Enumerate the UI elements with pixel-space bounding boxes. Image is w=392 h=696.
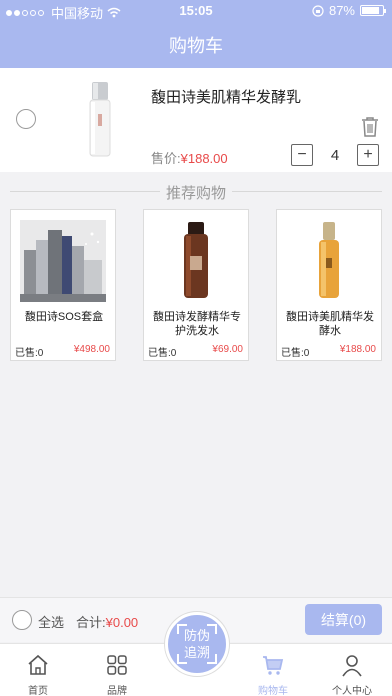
cart-icon — [263, 656, 284, 675]
tab-profile[interactable]: 个人中心 — [322, 644, 382, 696]
scan-frame-icon — [207, 654, 217, 664]
tab-label: 个人中心 — [332, 686, 372, 696]
product-price: ¥498.00 — [73, 344, 110, 355]
select-all-checkbox[interactable] — [12, 610, 32, 630]
home-icon — [28, 654, 48, 675]
anti-counterfeit-trace-button[interactable]: 防伪 追溯 — [165, 612, 229, 676]
product-sold: 已售:0 — [281, 348, 310, 359]
grid-icon — [107, 655, 127, 675]
orientation-lock-icon — [312, 4, 324, 17]
tab-label: 购物车 — [258, 686, 288, 696]
tab-cart[interactable]: 购物车 — [243, 644, 303, 696]
scan-frame-icon — [207, 624, 217, 634]
total-display: 合计:¥0.00 — [76, 612, 138, 631]
increment-button[interactable]: + — [357, 144, 379, 166]
product-price: ¥69.00 — [212, 344, 243, 355]
quantity-value[interactable]: 4 — [313, 147, 357, 164]
cart-item-price: 售价:¥188.00 — [151, 148, 228, 167]
trash-icon[interactable] — [360, 116, 380, 138]
total-value: ¥0.00 — [105, 615, 139, 630]
person-icon — [342, 655, 362, 677]
tab-brand[interactable]: 品牌 — [87, 644, 147, 696]
tab-home[interactable]: 首页 — [8, 644, 68, 696]
product-image — [184, 222, 208, 298]
quantity-stepper: − 4 + — [291, 144, 379, 166]
product-sold: 已售:0 — [15, 348, 44, 359]
battery-icon — [360, 5, 386, 16]
scan-frame-icon — [177, 654, 187, 664]
product-image — [20, 220, 106, 302]
cart-item: 馥田诗美肌精华发酵乳 售价:¥188.00 − 4 + — [0, 68, 392, 172]
price-label: 售价: — [151, 151, 181, 166]
total-label: 合计: — [76, 615, 106, 630]
product-image — [89, 82, 111, 157]
cart-item-name[interactable]: 馥田诗美肌精华发酵乳 — [151, 86, 301, 107]
status-bar: 中国移动 15:05 87% — [0, 0, 392, 22]
product-name: 馥田诗美肌精华发酵水 — [286, 311, 374, 337]
product-card[interactable]: 馥田诗发酵精华专护洗发水 已售:0 ¥69.00 — [143, 209, 249, 361]
product-card[interactable]: 馥田诗SOS套盒 已售:0 ¥498.00 — [10, 209, 116, 361]
tab-label: 首页 — [28, 686, 48, 696]
product-name: 馥田诗发酵精华专护洗发水 — [153, 311, 241, 337]
decrement-button[interactable]: − — [291, 144, 313, 166]
product-card[interactable]: 馥田诗美肌精华发酵水 已售:0 ¥188.00 — [276, 209, 382, 361]
scan-frame-icon — [177, 624, 187, 634]
product-price: ¥188.00 — [339, 344, 376, 355]
select-all-label[interactable]: 全选 — [38, 612, 64, 631]
cart-item-checkbox[interactable] — [16, 109, 36, 129]
tab-label: 品牌 — [107, 686, 127, 696]
recommend-title: 推荐购物 — [160, 182, 232, 203]
page-title: 购物车 — [169, 36, 223, 56]
product-name: 馥田诗SOS套盒 — [24, 311, 104, 323]
price-value: ¥188.00 — [180, 151, 228, 166]
product-sold: 已售:0 — [148, 348, 177, 359]
header-bar: 中国移动 15:05 87% 购物车 — [0, 0, 392, 68]
battery-percent: 87% — [328, 3, 355, 18]
settle-button[interactable]: 结算(0) — [305, 604, 382, 635]
recommend-header: 推荐购物 — [10, 182, 382, 203]
product-image — [319, 222, 339, 298]
